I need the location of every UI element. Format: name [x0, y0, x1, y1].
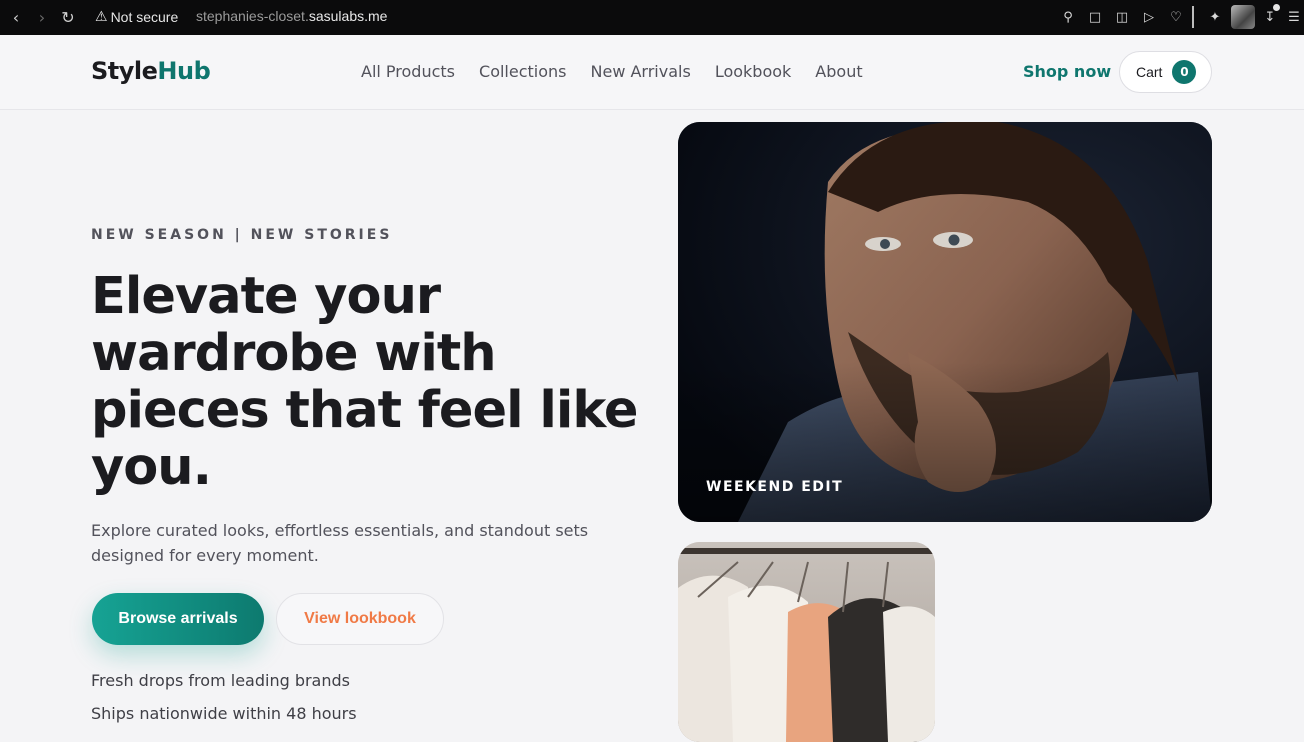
nav-all-products[interactable]: All Products — [361, 62, 455, 81]
address-bar[interactable]: stephanies-closet.sasulabs.me — [196, 8, 387, 24]
profile-avatar[interactable] — [1231, 5, 1255, 29]
site-logo[interactable]: StyleHub — [91, 57, 211, 85]
nav-lookbook[interactable]: Lookbook — [715, 62, 791, 81]
hero-eyebrow: NEW SEASON | NEW STORIES — [91, 227, 393, 243]
view-lookbook-button[interactable]: View lookbook — [276, 593, 444, 645]
back-icon[interactable]: ‹ — [6, 7, 26, 27]
cart-button[interactable]: Cart 0 — [1119, 51, 1212, 93]
warning-icon: ⚠ — [95, 8, 108, 24]
heart-icon[interactable]: ♡ — [1166, 7, 1186, 27]
pin-icon[interactable]: ⚲ — [1058, 7, 1078, 27]
send-icon[interactable]: ▷ — [1139, 7, 1159, 27]
security-indicator[interactable]: ⚠ Not secure — [95, 8, 178, 25]
perk-item: Ships nationwide within 48 hours — [91, 704, 357, 723]
screenshot-icon[interactable]: □ — [1085, 7, 1105, 27]
clothing-rack-image — [678, 542, 935, 742]
browser-toolbar: ‹ › ↻ ⚠ Not secure stephanies-closet.sas… — [0, 0, 1304, 35]
hero-headline: Elevate your wardrobe with pieces that f… — [91, 267, 638, 497]
logo-text: Style — [91, 57, 158, 85]
url-prefix: stephanies-closet. — [196, 8, 309, 24]
portrait-image — [678, 122, 1212, 522]
nav-new-arrivals[interactable]: New Arrivals — [591, 62, 691, 81]
toolbar-divider — [1192, 6, 1194, 28]
weekend-edit-card[interactable]: WEEKEND EDIT — [678, 122, 1212, 522]
nav-collections[interactable]: Collections — [479, 62, 566, 81]
url-domain: sasulabs.me — [308, 8, 388, 24]
extensions-icon[interactable]: ✦ — [1205, 7, 1225, 27]
forward-icon[interactable]: › — [32, 7, 52, 27]
hero-subtitle: Explore curated looks, effortless essent… — [91, 521, 589, 565]
perk-item: Fresh drops from leading brands — [91, 671, 350, 690]
cart-label: Cart — [1136, 64, 1163, 80]
pocket-icon[interactable]: ◫ — [1112, 7, 1132, 27]
reload-icon[interactable]: ↻ — [58, 7, 78, 27]
clothing-rack-card[interactable] — [678, 542, 935, 742]
security-label: Not secure — [110, 8, 179, 25]
shop-now-link[interactable]: Shop now — [1023, 62, 1111, 81]
logo-accent-text: Hub — [157, 57, 211, 85]
menu-icon[interactable]: ☰ — [1284, 7, 1304, 27]
notification-dot-icon — [1273, 4, 1280, 11]
site-header: StyleHub All Products Collections New Ar… — [0, 35, 1304, 110]
main-nav: All Products Collections New Arrivals Lo… — [361, 62, 887, 81]
card-label: WEEKEND EDIT — [706, 479, 844, 495]
browse-arrivals-button[interactable]: Browse arrivals — [92, 593, 264, 645]
cart-count-badge: 0 — [1172, 60, 1197, 84]
nav-about[interactable]: About — [815, 62, 862, 81]
